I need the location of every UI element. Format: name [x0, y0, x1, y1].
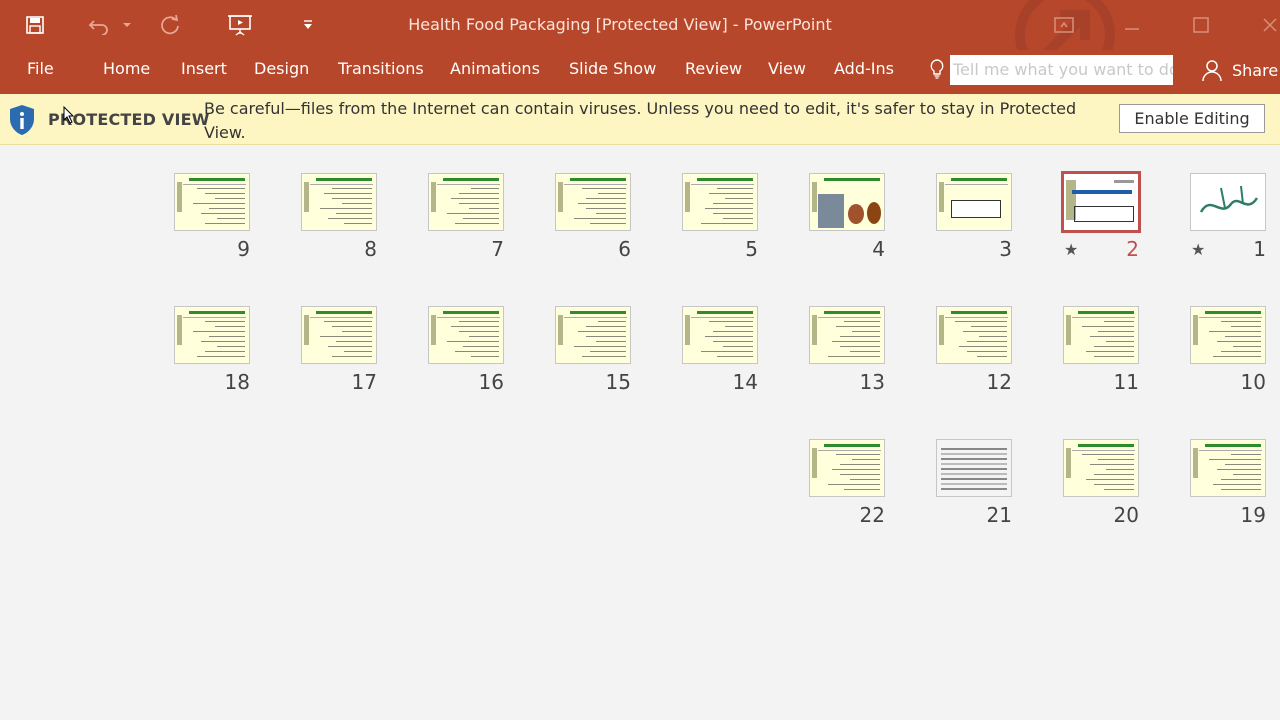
animation-star-icon[interactable]: ★	[1191, 240, 1205, 259]
slide-number-7: 7	[491, 237, 504, 261]
slide-thumbnail-16[interactable]	[428, 306, 504, 364]
slide-thumbnail-6[interactable]	[555, 173, 631, 231]
slide-number-15: 15	[605, 370, 631, 394]
redo-icon[interactable]	[155, 10, 185, 40]
slide-thumbnail-4[interactable]	[809, 173, 885, 231]
slide-number-16: 16	[478, 370, 504, 394]
window-title: Health Food Packaging [Protected View] -…	[408, 15, 832, 34]
tab-insert[interactable]: Insert	[181, 59, 227, 78]
slide-number-22: 22	[859, 503, 885, 527]
tell-me-search-input[interactable]: Tell me what you want to do	[950, 55, 1173, 85]
slide-thumbnail-10[interactable]	[1190, 306, 1266, 364]
title-bar: Health Food Packaging [Protected View] -…	[0, 0, 1280, 50]
slide-number-13: 13	[859, 370, 885, 394]
tab-design[interactable]: Design	[254, 59, 309, 78]
slide-thumbnail-2[interactable]	[1061, 171, 1141, 233]
slide-thumbnail-15[interactable]	[555, 306, 631, 364]
slide-thumbnail-13[interactable]	[809, 306, 885, 364]
tab-file[interactable]: File	[27, 59, 54, 78]
slide-number-17: 17	[351, 370, 377, 394]
lightbulb-icon	[927, 57, 947, 81]
slide-thumbnail-19[interactable]	[1190, 439, 1266, 497]
customize-qat-icon[interactable]	[298, 10, 318, 40]
slide-number-21: 21	[986, 503, 1012, 527]
slide-number-11: 11	[1113, 370, 1139, 394]
slide-thumbnail-1[interactable]	[1190, 173, 1266, 231]
present-from-start-icon[interactable]	[224, 10, 258, 40]
tab-slide-show[interactable]: Slide Show	[569, 59, 656, 78]
save-icon[interactable]	[20, 10, 50, 40]
slide-thumbnail-14[interactable]	[682, 306, 758, 364]
slide-thumbnail-11[interactable]	[1063, 306, 1139, 364]
person-icon	[1202, 60, 1222, 82]
slide-number-12: 12	[986, 370, 1012, 394]
slide-number-2: 2	[1126, 237, 1139, 261]
tab-home[interactable]: Home	[103, 59, 150, 78]
close-icon[interactable]	[1250, 10, 1280, 40]
share-label: Share	[1232, 60, 1279, 80]
slide-number-8: 8	[364, 237, 377, 261]
slide-number-14: 14	[732, 370, 758, 394]
tab-review[interactable]: Review	[685, 59, 742, 78]
slide-sorter: 1 ★ 2 ★ 3 4 5 6 7 8 9 10 11 12 13 14 15 16 17 18 19 20 21 22	[0, 145, 1280, 720]
slide-number-19: 19	[1240, 503, 1266, 527]
mouse-cursor-icon	[63, 106, 75, 124]
protected-view-bar: PROTECTED VIEW Be careful—files from the…	[0, 94, 1280, 145]
animation-star-icon[interactable]: ★	[1064, 240, 1078, 259]
undo-icon[interactable]	[84, 10, 114, 40]
slide-number-4: 4	[872, 237, 885, 261]
slide-number-5: 5	[745, 237, 758, 261]
slide-number-20: 20	[1113, 503, 1139, 527]
slide-thumbnail-3[interactable]	[936, 173, 1012, 231]
slide-thumbnail-21[interactable]	[936, 439, 1012, 497]
slide-thumbnail-12[interactable]	[936, 306, 1012, 364]
minimize-icon[interactable]	[1112, 10, 1152, 40]
undo-dropdown-icon[interactable]	[119, 10, 135, 40]
tab-animations[interactable]: Animations	[450, 59, 540, 78]
share-button[interactable]: Share	[1200, 58, 1278, 82]
protected-view-message: Be careful—files from the Internet can c…	[204, 99, 1077, 142]
slide-number-18: 18	[224, 370, 250, 394]
tab-view[interactable]: View	[768, 59, 806, 78]
tab-transitions[interactable]: Transitions	[338, 59, 424, 78]
slide-number-3: 3	[999, 237, 1012, 261]
slide-thumbnail-20[interactable]	[1063, 439, 1139, 497]
slide-thumbnail-8[interactable]	[301, 173, 377, 231]
slide-thumbnail-22[interactable]	[809, 439, 885, 497]
slide-thumbnail-7[interactable]	[428, 173, 504, 231]
slide-number-1: 1	[1253, 237, 1266, 261]
slide-number-6: 6	[618, 237, 631, 261]
slide-thumbnail-5[interactable]	[682, 173, 758, 231]
shield-info-icon	[10, 105, 34, 135]
slide-thumbnail-17[interactable]	[301, 306, 377, 364]
slide-thumbnail-18[interactable]	[174, 306, 250, 364]
slide-number-10: 10	[1240, 370, 1266, 394]
slide-thumbnail-9[interactable]	[174, 173, 250, 231]
tab-add-ins[interactable]: Add-Ins	[834, 59, 894, 78]
slide-number-9: 9	[237, 237, 250, 261]
ribbon-display-options-icon[interactable]	[1044, 10, 1084, 40]
maximize-icon[interactable]	[1181, 10, 1221, 40]
enable-editing-button[interactable]: Enable Editing	[1119, 104, 1265, 133]
